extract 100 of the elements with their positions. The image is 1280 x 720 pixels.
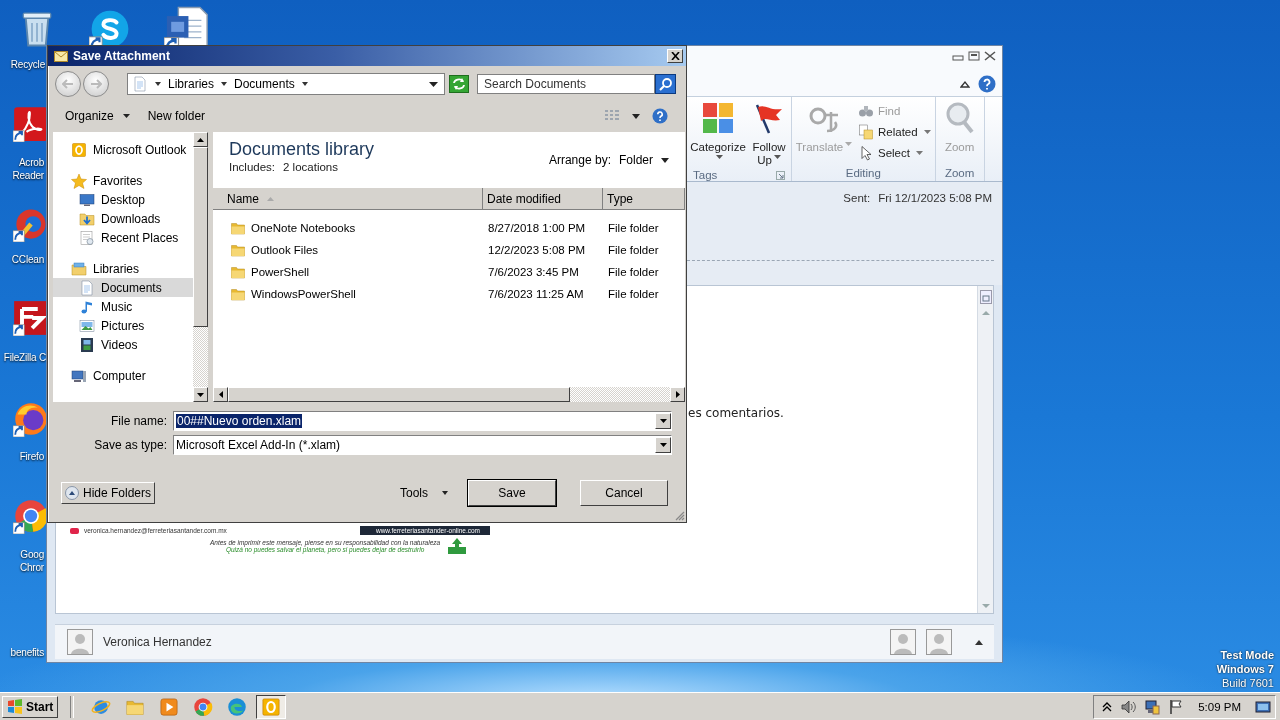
nav-item-label[interactable]: Pictures (101, 318, 145, 333)
nav-item-label[interactable]: Music (101, 299, 133, 314)
address-bar[interactable]: Libraries Documents (127, 73, 445, 95)
browser-icon[interactable] (13, 498, 49, 534)
ribbon-group-label: Tags (693, 169, 718, 181)
desktop-icon-label[interactable]: benefits (1, 646, 44, 659)
file-name[interactable]: OneNote Notebooks (251, 222, 356, 234)
breadcrumb-item[interactable]: Documents (234, 77, 295, 91)
breadcrumb-item[interactable]: Libraries (168, 77, 215, 91)
network-icon[interactable] (1144, 698, 1161, 715)
file-name[interactable]: Outlook Files (251, 244, 319, 256)
forward-button[interactable] (83, 71, 109, 97)
desktop-icon-label[interactable]: Goog Chror (12, 548, 44, 574)
ribbon-button[interactable]: Categorize (689, 100, 747, 169)
eco-icon (446, 537, 469, 555)
column-header[interactable]: Name (213, 188, 483, 209)
speaker-icon[interactable] (1120, 698, 1137, 715)
nav-item[interactable]: Videos (53, 335, 193, 354)
save-button[interactable]: Save (468, 480, 556, 506)
scroll-down-icon[interactable] (197, 392, 204, 397)
desktop-icon-label[interactable]: Firefo (15, 450, 44, 463)
arrange-by-dropdown[interactable]: Folder (617, 153, 671, 167)
file-name-field[interactable]: 00##Nuevo orden.xlam (173, 411, 672, 431)
dropdown-arrow-icon[interactable] (659, 419, 667, 423)
dialog-launcher-icon[interactable] (776, 170, 785, 180)
desktop-icon-label[interactable]: Recycle (7, 58, 45, 71)
taskbar-button[interactable] (256, 694, 287, 719)
browser-icon[interactable] (13, 401, 49, 437)
includes-link[interactable]: 2 locations (283, 161, 338, 173)
hide-folders-button[interactable]: Hide Folders (61, 482, 156, 504)
dropdown-arrow-icon[interactable] (659, 443, 667, 447)
avatar-icon (890, 629, 916, 655)
nav-item[interactable]: Desktop (53, 190, 193, 209)
back-button[interactable] (55, 71, 81, 97)
desktop-icon-label[interactable]: FileZilla C (0, 351, 46, 364)
caret-icon (632, 113, 640, 119)
vertical-scrollbar[interactable] (193, 132, 208, 402)
nav-item[interactable]: Microsoft Outlook (53, 140, 193, 159)
new-folder-button[interactable]: New folder (140, 106, 213, 126)
flag-icon[interactable] (1168, 698, 1185, 715)
caret-icon (845, 142, 853, 147)
column-header[interactable]: Date modified (483, 188, 603, 209)
show-hidden-icons-icon[interactable] (1102, 701, 1113, 712)
nav-item[interactable]: Pictures (53, 316, 193, 335)
caret-icon[interactable] (301, 82, 308, 86)
dropdown-arrow-icon[interactable] (429, 81, 438, 87)
nav-item[interactable]: Libraries (53, 259, 193, 278)
nav-item-label[interactable]: Libraries (93, 261, 140, 276)
save-type-dropdown[interactable]: Microsoft Excel Add-In (*.xlam) (173, 435, 672, 455)
nav-item-label[interactable]: Downloads (101, 211, 161, 226)
ribbon-button[interactable]: Select (856, 144, 933, 162)
ribbon-button[interactable]: Related (856, 123, 933, 141)
maximize-icon[interactable] (968, 51, 980, 61)
desktop-icon-label[interactable]: Acrob Reader (6, 156, 44, 182)
scroll-right-icon[interactable] (675, 391, 680, 398)
collapse-ribbon-icon[interactable] (960, 80, 970, 88)
app-icon[interactable] (13, 206, 49, 242)
column-header[interactable]: Type (603, 188, 685, 209)
refresh-button[interactable] (449, 75, 469, 93)
search-field[interactable]: Search Documents (477, 74, 655, 94)
ribbon-button[interactable]: Follow Up (749, 100, 789, 169)
scroll-up-icon[interactable] (197, 137, 204, 142)
horizontal-scrollbar[interactable] (213, 387, 685, 402)
nav-item-label[interactable]: Favorites (93, 173, 143, 188)
caret-icon[interactable] (221, 82, 228, 86)
resize-grip-icon[interactable] (674, 510, 685, 521)
cancel-button[interactable]: Cancel (580, 480, 668, 506)
vertical-scrollbar[interactable] (977, 286, 993, 613)
nav-item-label[interactable]: Videos (101, 337, 138, 352)
nav-item[interactable]: Documents (53, 278, 193, 297)
file-name[interactable]: WindowsPowerShell (251, 288, 356, 300)
app-icon[interactable] (13, 106, 49, 142)
nav-item-label[interactable]: Documents (101, 280, 162, 295)
nav-item[interactable]: Recent Places (53, 228, 193, 247)
nav-item[interactable]: Computer (53, 366, 193, 385)
tools-button[interactable]: Tools (394, 485, 454, 501)
search-button[interactable] (655, 74, 676, 94)
type-cell-text: File folder (607, 222, 660, 234)
nav-item-label[interactable]: Desktop (101, 192, 146, 207)
nav-item-label[interactable]: Computer (93, 368, 146, 383)
expand-icon[interactable] (974, 638, 984, 646)
nav-item[interactable]: Music (53, 297, 193, 316)
nav-item-label[interactable]: Recent Places (101, 230, 179, 245)
close-button[interactable] (667, 49, 683, 63)
start-button[interactable]: Start (2, 695, 59, 718)
close-icon[interactable] (984, 51, 996, 61)
file-name[interactable]: PowerShell (251, 266, 310, 278)
nav-item[interactable]: Favorites (53, 171, 193, 190)
caret-icon[interactable] (155, 82, 161, 86)
scroll-left-icon[interactable] (218, 391, 223, 398)
contact-name[interactable]: Veronica Hernandez (103, 635, 212, 649)
clock[interactable]: 5:09 PM (1198, 700, 1241, 713)
desktop-icon-label[interactable]: CClean (10, 253, 44, 266)
split-icon[interactable] (979, 290, 992, 304)
organize-button[interactable]: Organize (58, 106, 137, 126)
app-icon[interactable] (13, 300, 49, 336)
help-icon[interactable] (978, 75, 996, 93)
show-desktop-icon[interactable] (1255, 698, 1271, 715)
nav-item[interactable]: Downloads (53, 209, 193, 228)
nav-item-label[interactable]: Microsoft Outlook (93, 142, 187, 157)
